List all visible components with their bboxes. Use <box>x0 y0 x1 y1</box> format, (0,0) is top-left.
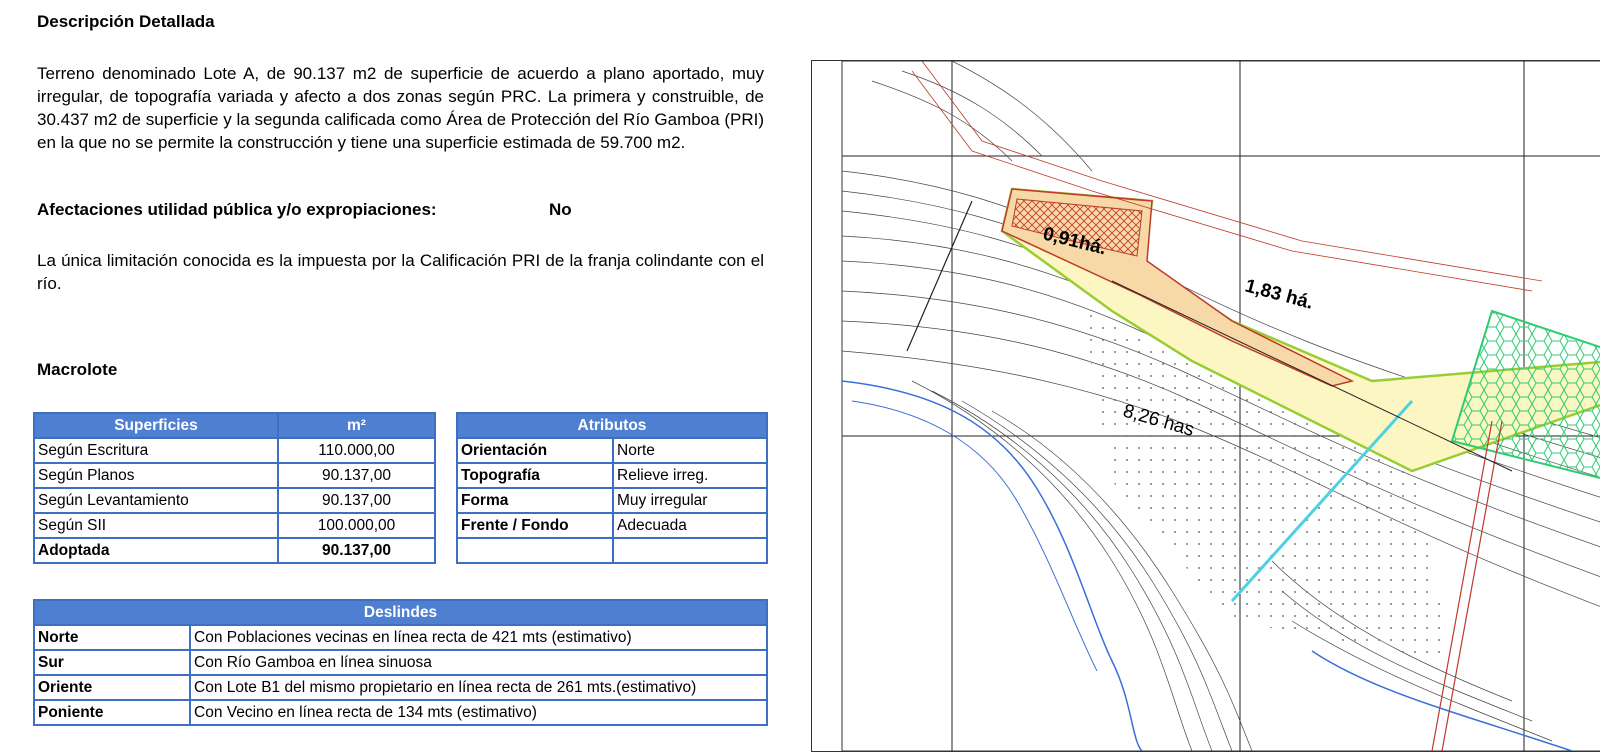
table-cell: Poniente <box>33 699 191 726</box>
table-cell: Frente / Fondo <box>456 512 614 539</box>
table-cell: Norte <box>33 624 191 651</box>
column-header: m² <box>277 412 436 439</box>
table-cell: 90.137,00 <box>277 462 436 489</box>
table-row: Orientación Norte <box>456 437 768 464</box>
table-cell: Adoptada <box>33 537 279 564</box>
table-cell: Con Río Gamboa en línea sinuosa <box>189 649 768 676</box>
afectaciones-paragraph: La única limitación conocida es la impue… <box>37 251 764 293</box>
atributos-table: Atributos Orientación Norte Topografía R… <box>456 412 768 564</box>
table-cell: Orientación <box>456 437 614 464</box>
site-plan-drawing: 0,91há. 1,83 há. 8,26 has <box>841 61 1600 751</box>
table-cell: Adecuada <box>612 512 768 539</box>
column-header: Atributos <box>456 412 768 439</box>
table-row: Frente / Fondo Adecuada <box>456 512 768 539</box>
table-header-row: Superficies m² <box>33 412 436 439</box>
table-row: Adoptada 90.137,00 <box>33 537 436 564</box>
table-row: Sur Con Río Gamboa en línea sinuosa <box>33 649 768 676</box>
table-cell: 110.000,00 <box>277 437 436 464</box>
descripcion-paragraph: Terreno denominado Lote A, de 90.137 m2 … <box>37 64 764 152</box>
section-heading-macrolote: Macrolote <box>37 360 118 379</box>
afectaciones-row: Afectaciones utilidad pública y/o exprop… <box>37 200 572 220</box>
table-header-row: Deslindes <box>33 599 768 626</box>
table-cell: 90.137,00 <box>277 537 436 564</box>
table-cell: Con Lote B1 del mismo propietario en lín… <box>189 674 768 701</box>
table-row: Según Planos 90.137,00 <box>33 462 436 489</box>
column-header: Superficies <box>33 412 279 439</box>
table-cell: Oriente <box>33 674 191 701</box>
afectaciones-label: Afectaciones utilidad pública y/o exprop… <box>37 200 437 219</box>
afectaciones-value: No <box>549 200 572 219</box>
table-cell: Forma <box>456 487 614 514</box>
table-row: Según Levantamiento 90.137,00 <box>33 487 436 514</box>
table-row: Topografía Relieve irreg. <box>456 462 768 489</box>
site-plan-map: 0,91há. 1,83 há. 8,26 has <box>811 60 1600 752</box>
table-cell: Según Escritura <box>33 437 279 464</box>
table-cell <box>612 537 768 564</box>
table-cell: 90.137,00 <box>277 487 436 514</box>
superficies-table: Superficies m² Según Escritura 110.000,0… <box>33 412 436 564</box>
table-row: Oriente Con Lote B1 del mismo propietari… <box>33 674 768 701</box>
table-cell: 100.000,00 <box>277 512 436 539</box>
table-row: Norte Con Poblaciones vecinas en línea r… <box>33 624 768 651</box>
deslindes-table: Deslindes Norte Con Poblaciones vecinas … <box>33 599 768 726</box>
table-row: Según SII 100.000,00 <box>33 512 436 539</box>
table-cell: Norte <box>612 437 768 464</box>
table-row: Según Escritura 110.000,00 <box>33 437 436 464</box>
table-row: Forma Muy irregular <box>456 487 768 514</box>
table-cell: Con Poblaciones vecinas en línea recta d… <box>189 624 768 651</box>
column-header: Deslindes <box>33 599 768 626</box>
table-row: Poniente Con Vecino en línea recta de 13… <box>33 699 768 726</box>
section-heading-descripcion: Descripción Detallada <box>37 12 215 31</box>
table-cell: Con Vecino en línea recta de 134 mts (es… <box>189 699 768 726</box>
table-row <box>456 537 768 564</box>
table-cell: Según Levantamiento <box>33 487 279 514</box>
table-cell: Sur <box>33 649 191 676</box>
table-cell <box>456 537 614 564</box>
table-cell: Topografía <box>456 462 614 489</box>
table-cell: Relieve irreg. <box>612 462 768 489</box>
table-cell: Según Planos <box>33 462 279 489</box>
table-cell: Según SII <box>33 512 279 539</box>
table-header-row: Atributos <box>456 412 768 439</box>
table-cell: Muy irregular <box>612 487 768 514</box>
